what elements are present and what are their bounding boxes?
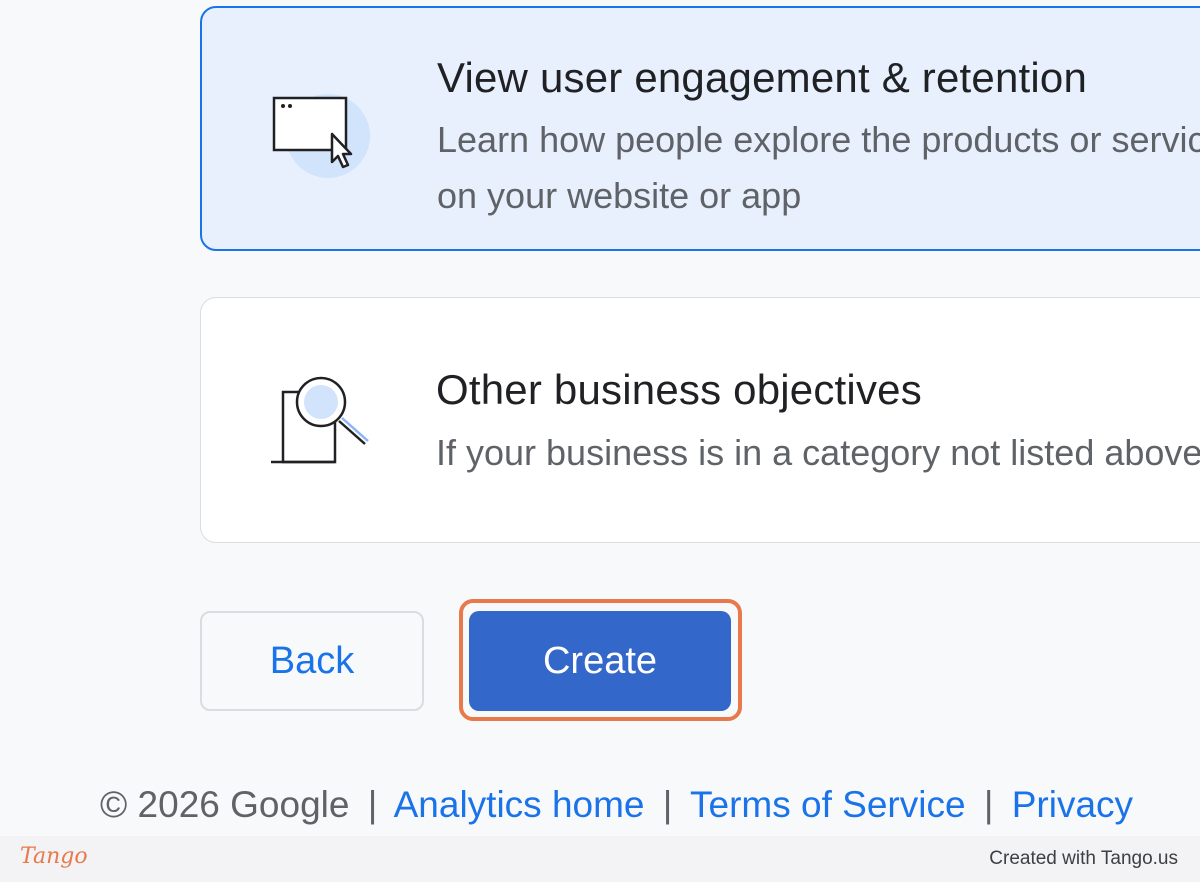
page-footer: © 2026 Google | Analytics home | Terms o… xyxy=(100,784,1133,826)
browser-window-cursor-icon xyxy=(266,78,376,188)
tango-credit: Created with Tango.us xyxy=(989,848,1178,869)
analytics-home-link[interactable]: Analytics home xyxy=(394,784,645,825)
magnifier-document-icon xyxy=(265,368,375,478)
footer-separator: | xyxy=(367,784,378,825)
terms-of-service-link[interactable]: Terms of Service xyxy=(690,784,966,825)
option-description: Learn how people explore the products or… xyxy=(437,119,1200,216)
create-button[interactable]: Create xyxy=(469,611,731,711)
tango-logo: Tango xyxy=(20,844,88,869)
option-title: Other business objectives xyxy=(436,366,922,413)
option-description: If your business is in a category not li… xyxy=(436,432,1200,473)
option-card-engagement[interactable]: View user engagement & retention Learn h… xyxy=(200,6,1200,251)
privacy-link[interactable]: Privacy xyxy=(1012,784,1133,825)
back-button[interactable]: Back xyxy=(200,611,424,711)
footer-separator: | xyxy=(662,784,673,825)
footer-separator: | xyxy=(983,784,994,825)
option-title: View user engagement & retention xyxy=(437,54,1088,101)
copyright-text: © 2026 Google xyxy=(100,784,350,825)
option-card-other[interactable]: Other business objectives If your busine… xyxy=(200,297,1200,543)
tango-watermark-bar: Tango Created with Tango.us xyxy=(0,836,1200,882)
